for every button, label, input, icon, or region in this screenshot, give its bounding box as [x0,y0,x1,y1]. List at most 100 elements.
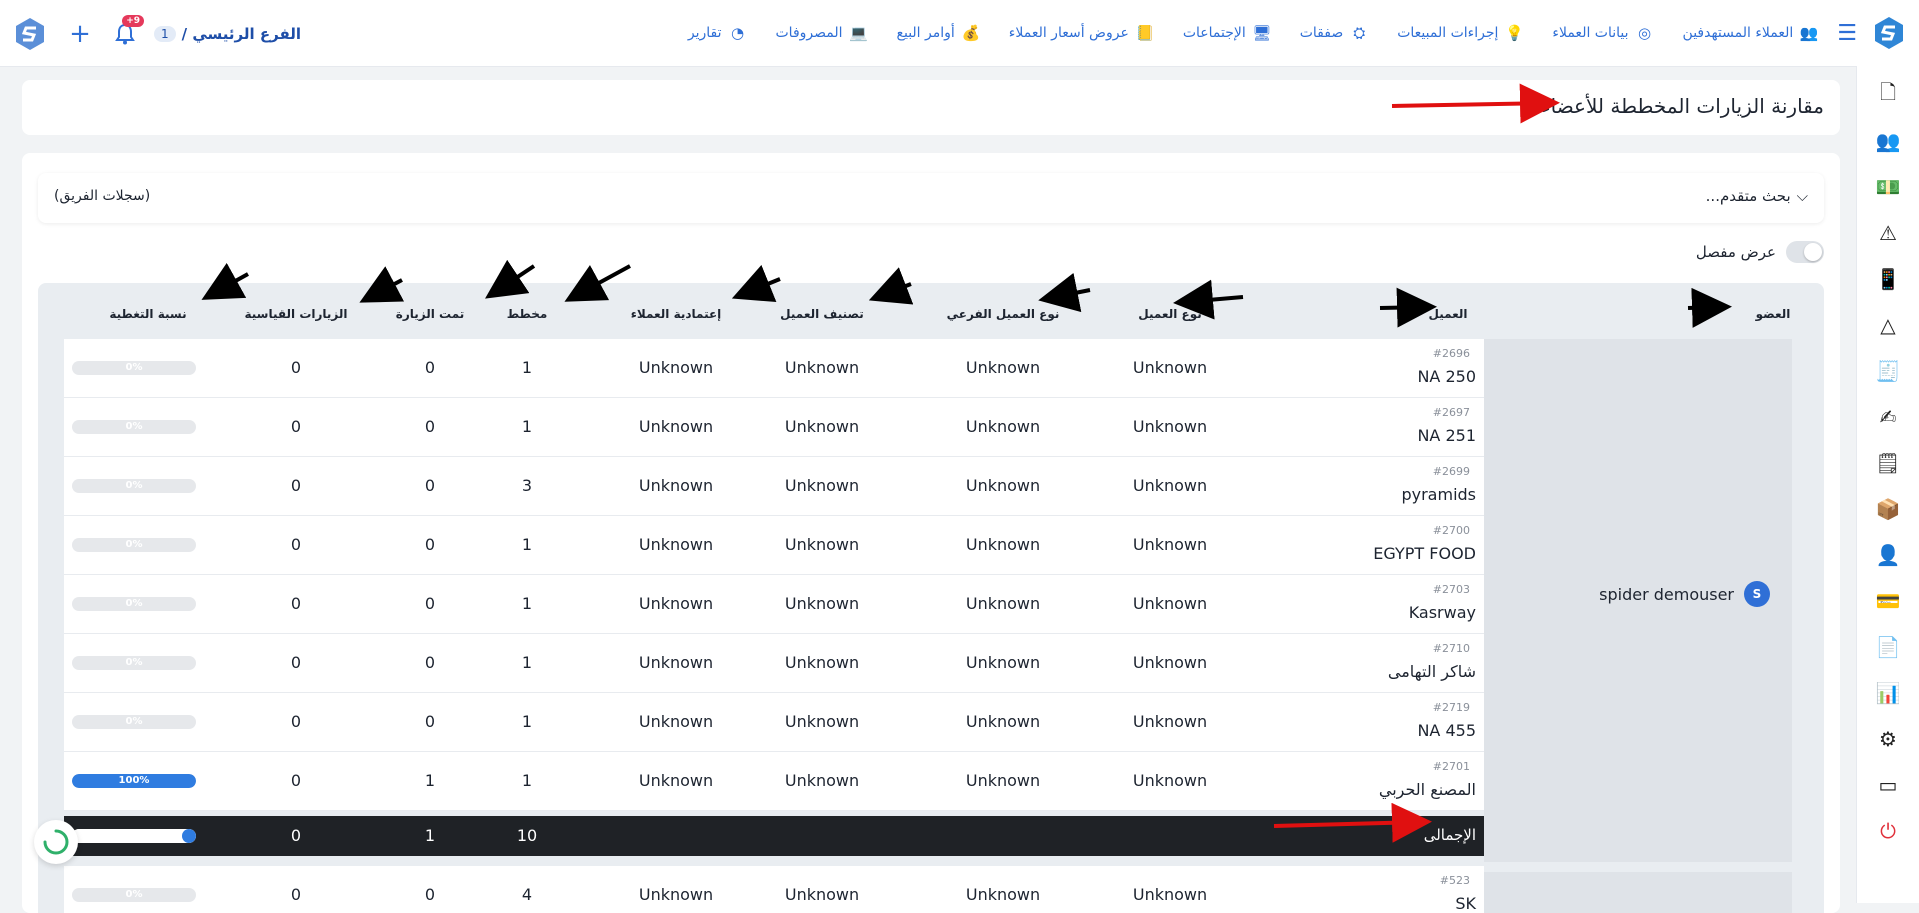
nav-item-label: صفقات [1299,25,1344,41]
nav-item-5[interactable]: 📒 عروض أسعار العملاء [1009,23,1155,43]
nav-item-8[interactable]: ◔ تقارير [688,23,748,43]
cash-icon[interactable]: 💵 [1873,172,1903,202]
money-transfer-icon[interactable]: 💳 [1873,586,1903,616]
customer-code: #2699 [1432,465,1470,478]
triangle-icon[interactable]: △ [1873,310,1903,340]
table-row[interactable]: #2696 NA 250 Unknown Unknown Unknown Unknown 1… [64,339,1484,398]
advanced-search-bar[interactable]: ⌵ بحث متقدم... (سجلات الفريق) [38,173,1824,223]
coverage-label: 0% [125,421,143,432]
table-row[interactable]: #2699 pyramids Unknown Unknown Unknown Unknow… [64,457,1484,516]
coverage-progress-bar: 0% [72,420,196,434]
nav-item-3[interactable]: ⛭ صفقات [1300,23,1370,43]
table-row[interactable]: #2697 NA 251 Unknown Unknown Unknown Unknown 1… [64,398,1484,457]
notifications-button[interactable]: +9 [112,15,144,47]
phone-icon[interactable]: 📱 [1873,264,1903,294]
coverage-progress-bar: 0% [72,479,196,493]
nav-item-7[interactable]: 💻 المصروفات [776,23,869,43]
customer-class-cell: Unknown [784,653,860,672]
customer-name[interactable]: NA 250 [1417,367,1476,386]
header-customer-class[interactable]: تصنيف العميل [780,307,864,321]
nav-item-0[interactable]: 👥 العملاء المستهدفين [1683,23,1820,43]
power-icon[interactable]: ⏻ [1873,816,1903,846]
customer-name[interactable]: Kasrway [1409,603,1476,622]
nav-item-2[interactable]: 💡 إجراءات المبيعات [1397,23,1524,43]
customer-subtype-cell: Unknown [965,535,1041,554]
customer-class-cell: Unknown [784,885,860,904]
coverage-progress-bar: 0% [72,715,196,729]
table-row[interactable]: #523 SK Unknown Unknown Unknown Unknown 4 0 0 0% [64,866,1484,913]
nav-item-label: المصروفات [775,25,843,41]
total-label: الإجمالى [1423,826,1476,844]
nav-item-4[interactable]: 🖥 الإجتماعات [1183,23,1272,43]
customer-subtype-cell: Unknown [965,476,1041,495]
reports-chart-icon[interactable]: 📊 [1873,678,1903,708]
advanced-search-toggle[interactable]: ⌵ بحث متقدم... [1706,187,1808,205]
customer-code: #2700 [1432,524,1470,537]
customer-class-cell: Unknown [784,358,860,377]
header-member[interactable]: العضو [1756,307,1791,321]
team-icon[interactable]: 👥 [1873,126,1903,156]
table-row[interactable]: #2703 Kasrway Unknown Unknown Unknown Unknown… [64,575,1484,634]
customer-name[interactable]: NA 455 [1417,721,1476,740]
nav-item-6[interactable]: 💰 أوامر البيع [897,23,981,43]
branch-selector[interactable]: الفرع الرئيسي / 1 [154,25,301,43]
header-standard-visits[interactable]: الزيارات القياسية [245,307,348,321]
customer-name[interactable]: NA 251 [1417,426,1476,445]
nav-item-label: العملاء المستهدفين [1682,25,1794,41]
coverage-progress-bar: 100% [72,774,196,788]
gear-icon[interactable]: ⚙ [1873,724,1903,754]
planned-cell: 1 [521,653,533,672]
detailed-view-switch[interactable] [1786,241,1824,263]
table-row[interactable]: #2710 شاكر التهامى Unknown Unknown Unknown Un… [64,634,1484,693]
app-logo-icon[interactable] [1869,13,1909,53]
chart-circle-icon: ◔ [730,24,745,42]
header-customer-type[interactable]: نوع العميل [1138,307,1201,321]
customer-name[interactable]: المصنع الحربي [1379,780,1476,799]
customer-name[interactable]: EGYPT FOOD [1373,544,1476,563]
table-row[interactable]: #2701 المصنع الحربي Unknown Unknown Unknown U… [64,752,1484,811]
customer-name[interactable]: شاكر التهامى [1388,662,1476,681]
customer-code: #2703 [1432,583,1470,596]
title-card: مقارنة الزيارات المخططة للأعضاء [22,80,1840,135]
standard-visits-cell: 0 [290,653,302,672]
customer-subtype-cell: Unknown [965,885,1041,904]
receipt-icon[interactable]: 🗒 [1873,448,1903,478]
new-document-icon[interactable]: 🗋 [1873,80,1903,110]
header-customer[interactable]: العميل [1428,307,1467,321]
header-customer-credit[interactable]: إعتمادية العملاء [631,307,722,321]
add-plus-icon[interactable]: + [66,19,94,49]
customer-data-icon: ◎ [1637,24,1652,42]
warning-icon[interactable]: ⚠ [1873,218,1903,248]
team-records-label: (سجلات الفريق) [54,188,151,204]
contract-icon[interactable]: 📄 [1873,632,1903,662]
loading-spinner-icon [34,820,78,864]
header-coverage[interactable]: نسبة التغطية [109,307,186,321]
customer-type-cell: Unknown [1132,417,1208,436]
laptop-icon: 💻 [849,24,868,42]
nav-item-1[interactable]: ◎ بيانات العملاء [1552,23,1654,43]
org-chart-icon: ⛭ [1353,24,1366,42]
coverage-label: 0% [125,598,143,609]
header-customer-subtype[interactable]: نوع العميل الفرعي [947,307,1060,321]
customer-name[interactable]: pyramids [1401,485,1476,504]
visited-cell: 1 [424,771,436,790]
brand-logo-icon[interactable] [14,17,48,51]
standard-visits-cell: 0 [290,771,302,790]
screen-icon[interactable]: ▭ [1873,770,1903,800]
user-icon[interactable]: 👤 [1873,540,1903,570]
coverage-label: 0% [125,889,143,900]
planned-cell: 3 [521,476,533,495]
header-visited[interactable]: تمت الزيارة [396,307,465,321]
menu-icon[interactable]: ☰ [1837,21,1857,46]
customer-code: #2719 [1432,701,1470,714]
table-row[interactable]: #2719 NA 455 Unknown Unknown Unknown Unknown 1… [64,693,1484,752]
signature-icon[interactable]: ✍ [1873,402,1903,432]
customer-code: #2710 [1432,642,1470,655]
member[interactable]: S spider demouser [1599,581,1770,607]
invoice-icon[interactable]: 🧾 [1873,356,1903,386]
header-planned[interactable]: مخطط [507,307,548,321]
customer-code: #2701 [1432,760,1470,773]
table-row[interactable]: #2700 EGYPT FOOD Unknown Unknown Unknown Unkn… [64,516,1484,575]
planned-cell: 4 [521,885,533,904]
products-icon[interactable]: 📦 [1873,494,1903,524]
